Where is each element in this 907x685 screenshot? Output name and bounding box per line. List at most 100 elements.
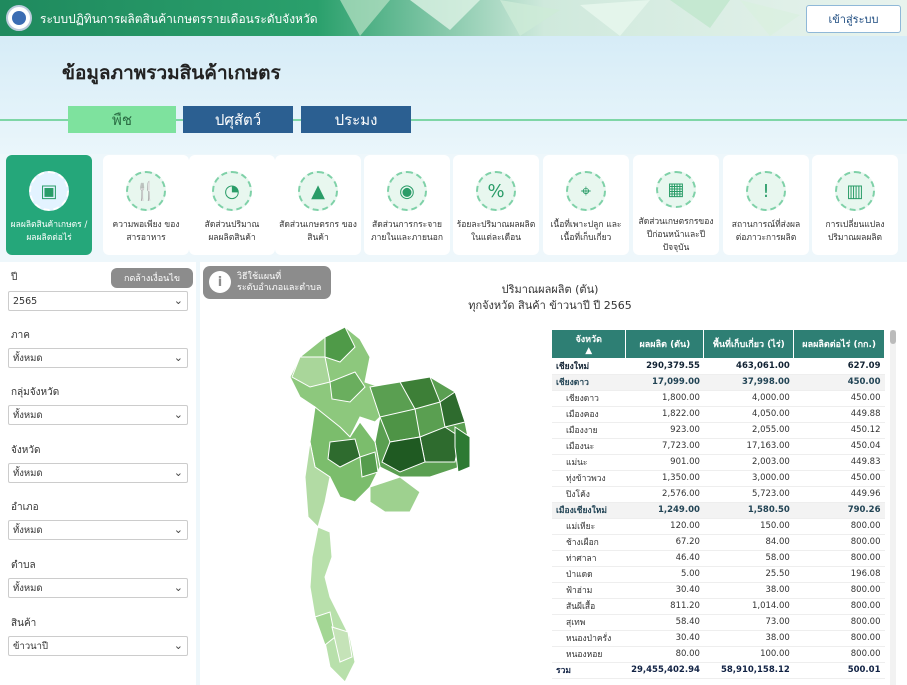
table-cell-yield: 800.00: [793, 518, 885, 535]
table-row[interactable]: หนองป่าครั่ง 30.40 38.00 800.00: [552, 630, 885, 647]
table-row[interactable]: ช้างเผือก 67.20 84.00 800.00: [552, 534, 885, 551]
category-production[interactable]: ▣ ผลผลิตสินค้าเกษตร / ผลผลิตต่อไร่: [6, 155, 92, 255]
table-row[interactable]: เมืองเชียงใหม่ 1,249.00 1,580.50 790.26: [552, 502, 885, 519]
category-nutrition[interactable]: 🍴 ความพอเพียง ของสารอาหาร: [103, 155, 189, 255]
table-cell-area: 150.00: [703, 518, 794, 535]
table-cell-production: 1,249.00: [625, 502, 704, 519]
chevron-down-icon: ⌄: [173, 639, 183, 652]
chevron-down-icon: ⌄: [173, 523, 183, 536]
chevron-down-icon: ⌄: [173, 351, 183, 364]
table-row[interactable]: เมืองงาย 923.00 2,055.00 450.12: [552, 422, 885, 439]
table-row[interactable]: สันผีเสื้อ 811.20 1,014.00 800.00: [552, 598, 885, 615]
table-cell-area: 1,580.50: [703, 502, 794, 519]
pie-chart-icon: ◔: [212, 171, 252, 211]
login-button[interactable]: เข้าสู่ระบบ: [806, 5, 901, 33]
column-header-area[interactable]: พื้นที่เก็บเกี่ยว (ไร่): [703, 330, 795, 358]
table-row[interactable]: ฟ้าฮ่าม 30.40 38.00 800.00: [552, 582, 885, 599]
table-cell-area: 4,050.00: [703, 406, 794, 423]
table-cell-area: 84.00: [703, 534, 794, 551]
table-row[interactable]: แม่นะ 901.00 2,003.00 449.83: [552, 454, 885, 471]
table-row[interactable]: เชียงดาว 17,099.00 37,998.00 450.00: [552, 374, 885, 391]
category-distribution[interactable]: ◉ สัดส่วนการกระจาย ภายในและภายนอก: [364, 155, 450, 255]
tab-plant[interactable]: พืช: [68, 106, 176, 133]
category-production-change[interactable]: ▥ การเปลี่ยนแปลง ปริมาณผลผลิต: [812, 155, 898, 255]
category-situation[interactable]: ! สถานการณ์ที่ส่งผล ต่อภาวะการผลิต: [723, 155, 809, 255]
column-header-yield[interactable]: ผลผลิตต่อไร่ (กก.): [793, 330, 885, 358]
chart-title-line1: ปริมาณผลผลิต (ตัน): [501, 283, 599, 296]
filter-label-region: ภาค: [11, 330, 30, 341]
page-header: [0, 36, 907, 154]
farmer-icon: ▲: [298, 171, 338, 211]
table-cell-production: 1,800.00: [625, 390, 704, 407]
map-guide-button[interactable]: i วิธีใช้แผนที่ ระดับอำเภอและตำบล: [203, 266, 331, 299]
tab-fishery[interactable]: ประมง: [301, 106, 411, 133]
table-cell-production: 120.00: [625, 518, 704, 535]
table-row[interactable]: ทุ่งข้าวพวง 1,350.00 3,000.00 450.00: [552, 470, 885, 487]
table-cell-name: ปิงโค้ง: [552, 486, 626, 503]
table-cell-area: 73.00: [703, 614, 794, 631]
table-cell-yield: 800.00: [793, 582, 885, 599]
year-select[interactable]: 2565 ⌄: [8, 291, 188, 311]
table-cell-name: ท่าศาลา: [552, 550, 626, 567]
region-select[interactable]: ทั้งหมด ⌄: [8, 348, 188, 368]
province-select-value: ทั้งหมด: [13, 467, 43, 479]
page-title: ข้อมูลภาพรวมสินค้าเกษตร: [62, 62, 281, 84]
column-header-province[interactable]: จังหวัด ▲: [552, 330, 627, 358]
table-cell-yield: 800.00: [793, 630, 885, 647]
table-cell-name: เชียงดาว: [552, 390, 626, 407]
chevron-down-icon: ⌄: [173, 408, 183, 421]
table-cell-yield: 800.00: [793, 614, 885, 631]
column-header-production[interactable]: ผลผลิต (ตัน): [625, 330, 705, 358]
table-row[interactable]: เมืองคอง 1,822.00 4,050.00 449.88: [552, 406, 885, 423]
table-cell-area: 58,910,158.12: [703, 661, 794, 679]
table-row[interactable]: ปิงโค้ง 2,576.00 5,723.00 449.96: [552, 486, 885, 503]
category-monthly-percent[interactable]: % ร้อยละปริมาณผลผลิต ในแต่ละเดือน: [453, 155, 539, 255]
map-guide-label-line2: ระดับอำเภอและตำบล: [237, 283, 322, 293]
chevron-down-icon: ⌄: [173, 581, 183, 594]
box-icon: ▣: [29, 171, 69, 211]
tab-livestock[interactable]: ปศุสัตว์: [183, 106, 293, 133]
table-cell-yield: 500.01: [793, 661, 885, 679]
table-cell-name: ทุ่งข้าวพวง: [552, 470, 626, 487]
thailand-choropleth-map[interactable]: [270, 327, 480, 685]
category-label: ความพอเพียง ของสารอาหาร: [112, 220, 180, 243]
province-group-select-value: ทั้งหมด: [13, 409, 43, 421]
category-farmer-compare[interactable]: ▦ สัดส่วนเกษตรกรของ ปีก่อนหน้าและปีปัจจุ…: [633, 155, 719, 255]
table-cell-name: เชียงใหม่: [552, 358, 626, 375]
table-row[interactable]: รวม 29,455,402.94 58,910,158.12 500.01: [552, 661, 885, 679]
table-cell-production: 58.40: [625, 614, 704, 631]
chart-title-line2: ทุกจังหวัด สินค้า ข้าวนาปี ปี 2565: [468, 299, 632, 312]
scrollbar-thumb[interactable]: [890, 330, 896, 344]
category-product-share[interactable]: ◔ สัดส่วนปริมาณ ผลผลิตสินค้า: [189, 155, 275, 255]
table-row[interactable]: ท่าศาลา 46.40 58.00 800.00: [552, 550, 885, 567]
subdistrict-select[interactable]: ทั้งหมด ⌄: [8, 578, 188, 598]
province-select[interactable]: ทั้งหมด ⌄: [8, 463, 188, 483]
table-row[interactable]: เชียงใหม่ 290,379.55 463,061.00 627.09: [552, 358, 885, 375]
clear-filters-button[interactable]: กดล้างเงื่อนไข: [111, 268, 193, 288]
table-cell-name: รวม: [552, 661, 626, 679]
table-row[interactable]: แม่เหียะ 120.00 150.00 800.00: [552, 518, 885, 535]
filter-label-province-group: กลุ่มจังหวัด: [11, 387, 60, 398]
category-planting-area[interactable]: ⌖ เนื้อที่เพาะปลูก และเนื้อที่เก็บเกี่ยว: [543, 155, 629, 255]
info-icon: i: [209, 271, 231, 293]
table-cell-area: 463,061.00: [703, 358, 794, 375]
table-cell-name: สันผีเสื้อ: [552, 598, 626, 615]
province-group-select[interactable]: ทั้งหมด ⌄: [8, 405, 188, 425]
table-row[interactable]: เมืองนะ 7,723.00 17,163.00 450.04: [552, 438, 885, 455]
table-cell-name: เมืองเชียงใหม่: [552, 502, 626, 519]
table-cell-yield: 800.00: [793, 598, 885, 615]
table-cell-area: 2,003.00: [703, 454, 794, 471]
table-row[interactable]: เชียงดาว 1,800.00 4,000.00 450.00: [552, 390, 885, 407]
product-select[interactable]: ข้าวนาปี ⌄: [8, 636, 188, 656]
table-cell-name: เชียงดาว: [552, 374, 626, 391]
table-cell-name: หนองหอย: [552, 646, 626, 663]
filter-label-province: จังหวัด: [11, 445, 41, 456]
table-scrollbar[interactable]: [890, 330, 896, 685]
table-cell-yield: 800.00: [793, 646, 885, 663]
category-label: สัดส่วนเกษตรกร ของสินค้า: [279, 220, 357, 243]
table-row[interactable]: สุเทพ 58.40 73.00 800.00: [552, 614, 885, 631]
district-select[interactable]: ทั้งหมด ⌄: [8, 520, 188, 540]
table-row[interactable]: ป่าแดด 5.00 25.50 196.08: [552, 566, 885, 583]
table-row[interactable]: หนองหอย 80.00 100.00 800.00: [552, 646, 885, 663]
category-farmer-share[interactable]: ▲ สัดส่วนเกษตรกร ของสินค้า: [275, 155, 361, 255]
